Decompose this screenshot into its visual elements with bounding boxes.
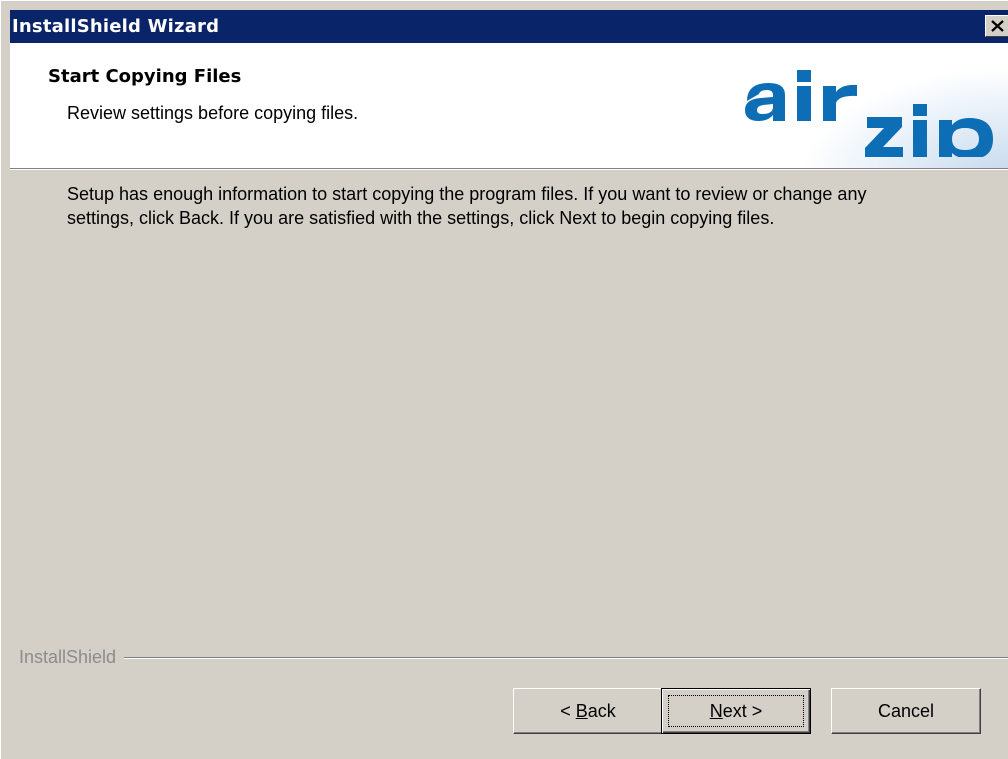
back-button-label: < Back	[560, 700, 616, 721]
close-button[interactable]	[985, 15, 1008, 37]
header-divider-highlight	[10, 169, 1008, 170]
header-banner: Start Copying Files Review settings befo…	[10, 43, 1008, 168]
page-subtitle: Review settings before copying files.	[67, 103, 359, 123]
airzip-logo	[745, 70, 993, 157]
footer-divider-highlight	[19, 658, 1008, 659]
back-button[interactable]: < Back	[513, 688, 663, 734]
next-button-label: Next >	[709, 700, 763, 721]
cancel-button[interactable]: Cancel	[831, 688, 981, 734]
cancel-button-label: Cancel	[877, 700, 935, 721]
window-title: InstallShield Wizard	[12, 16, 220, 37]
installshield-wizard-window: InstallShield Wizard Start Copying Files…	[0, 0, 1008, 759]
title-bar: InstallShield Wizard	[10, 10, 1008, 43]
page-title: Start Copying Files	[48, 66, 242, 87]
close-x-icon	[991, 20, 1004, 32]
instructions-text: Setup has enough information to start co…	[67, 184, 867, 228]
installshield-brand-label: InstallShield	[19, 647, 125, 668]
next-button[interactable]: Next >	[661, 688, 811, 734]
